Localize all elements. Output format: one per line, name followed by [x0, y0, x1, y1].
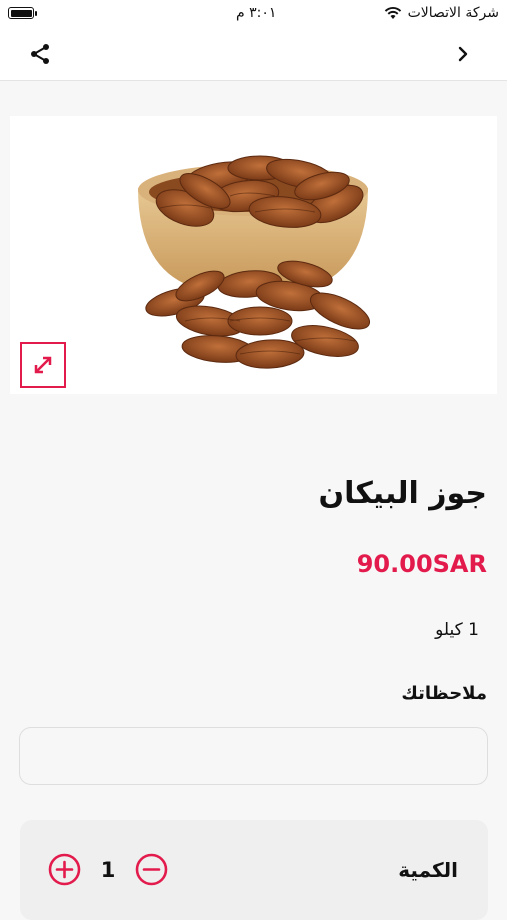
expand-image-button[interactable] [20, 342, 66, 388]
status-carrier: شركة الاتصالات [384, 5, 499, 21]
status-time: ٣:٠١ م [236, 5, 277, 21]
quantity-value: 1 [100, 858, 116, 882]
product-unit: 1 كيلو [435, 620, 479, 640]
back-button[interactable] [447, 38, 479, 70]
notes-label: ملاحظاتك [401, 683, 487, 704]
decrease-quantity-button[interactable] [135, 853, 168, 890]
product-image [138, 155, 371, 369]
share-button[interactable] [24, 38, 56, 70]
quantity-label: الكمية [398, 858, 458, 882]
wifi-icon [384, 6, 401, 19]
carrier-name: شركة الاتصالات [407, 5, 499, 21]
chevron-right-icon [458, 46, 468, 62]
expand-icon [34, 356, 52, 374]
status-bar: ٣:٠١ م شركة الاتصالات [0, 0, 507, 28]
product-price: 90.00SAR [356, 550, 487, 578]
product-image-card [10, 116, 497, 394]
battery-icon [8, 7, 37, 19]
share-icon [31, 44, 49, 64]
increase-quantity-button[interactable] [48, 853, 81, 890]
minus-circle-icon [135, 853, 168, 886]
quantity-card: الكمية 1 [20, 820, 488, 920]
notes-input[interactable] [19, 727, 488, 785]
product-title: جوز البيكان [318, 476, 487, 511]
top-nav-bar [0, 28, 507, 81]
plus-circle-icon [48, 853, 81, 886]
